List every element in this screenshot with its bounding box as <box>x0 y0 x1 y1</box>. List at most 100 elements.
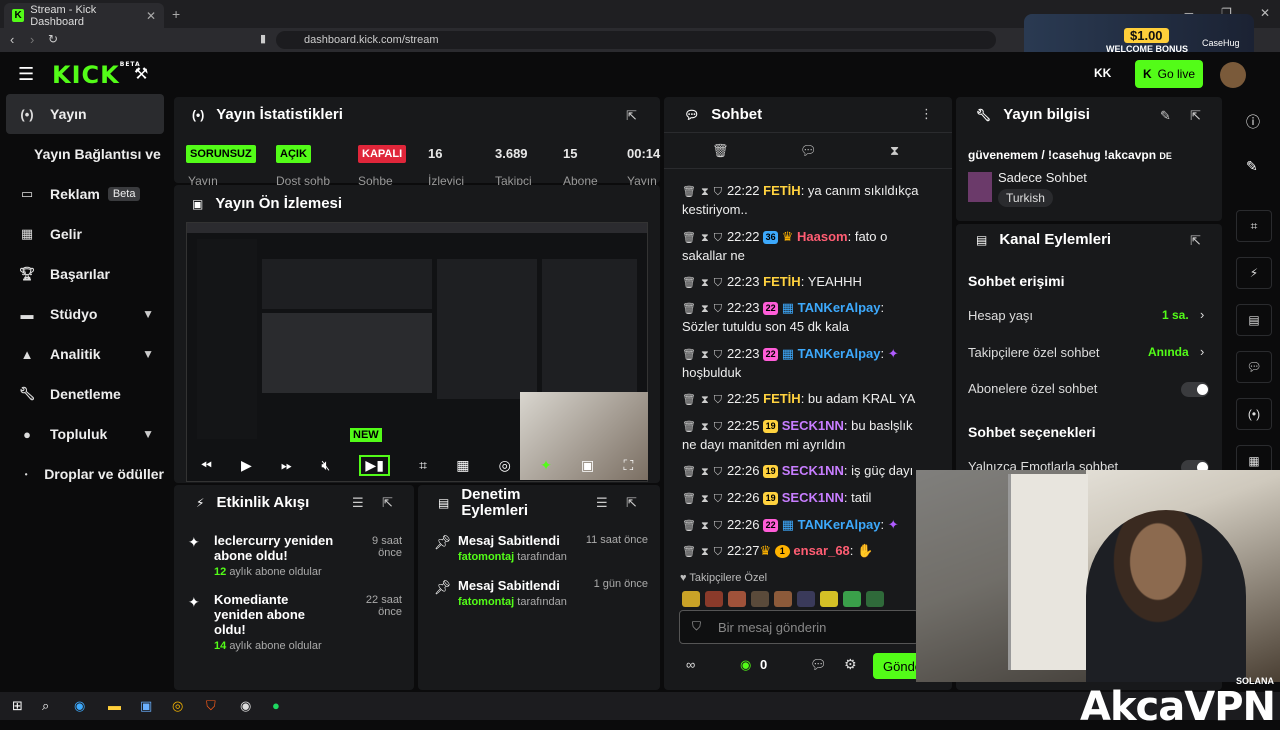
hourglass-icon[interactable]: ⧗ <box>701 466 709 478</box>
photos-icon[interactable]: ▣ <box>140 698 152 714</box>
sidebar-item-denetleme[interactable]: 🔧︎ Denetleme <box>6 374 164 414</box>
rail-scan-button[interactable]: ⌗ <box>1236 210 1272 242</box>
search-icon[interactable]: ⌕ <box>42 698 49 714</box>
trash-icon[interactable]: 🗑︎ <box>682 303 696 315</box>
new-tab-icon[interactable]: + <box>172 6 180 22</box>
msg-user[interactable]: TANKerAlpay <box>798 300 881 315</box>
trash-icon[interactable]: 🗑︎ <box>682 520 696 532</box>
file-explorer-icon[interactable]: ▬ <box>108 698 121 713</box>
fullscreen-icon[interactable]: ⛶ <box>623 457 633 474</box>
browser-tab[interactable]: K Stream - Kick Dashboard ✕ <box>4 3 164 28</box>
popout-icon[interactable]: ⇱ <box>1190 233 1201 249</box>
menu-icon[interactable]: ☰ <box>18 64 34 85</box>
msg-user[interactable]: TANKerAlpay <box>798 517 881 532</box>
kick-k-icon[interactable]: KK <box>1094 66 1111 80</box>
emote-icon[interactable] <box>728 591 746 607</box>
hourglass-icon[interactable]: ⧗ <box>701 546 709 558</box>
msg-user[interactable]: ensar_68 <box>793 543 849 558</box>
rail-bolt-button[interactable]: ⚡︎ <box>1236 257 1272 289</box>
gear-icon[interactable]: ⚙ <box>844 656 857 673</box>
emote-icon[interactable] <box>705 591 723 607</box>
sidebar-item-stream-key[interactable]: Yayın Bağlantısı ve Anahtarı <box>6 134 164 174</box>
clip-icon[interactable]: ◎ <box>499 457 511 474</box>
rewind-icon[interactable]: ⏪︎ <box>201 457 212 474</box>
hourglass-icon[interactable]: ⧗ <box>701 394 709 406</box>
bookmark-icon[interactable]: ▮ <box>260 32 266 45</box>
pencil-icon[interactable]: ✎ <box>1160 108 1171 124</box>
filter-icon[interactable]: ☰ <box>596 495 608 511</box>
url-field[interactable]: dashboard.kick.com/stream <box>276 31 996 49</box>
subs-only-toggle[interactable] <box>1181 382 1209 397</box>
hourglass-icon[interactable]: ⧗ <box>701 277 709 289</box>
hourglass-icon[interactable]: ⧗ <box>701 520 709 532</box>
trash-icon[interactable]: 🗑︎ <box>682 186 696 198</box>
msg-user[interactable]: SECK1NN <box>782 490 844 505</box>
msg-user[interactable]: SECK1NN <box>782 418 844 433</box>
hourglass-icon[interactable]: ⧗ <box>701 303 709 315</box>
sparkle-icon[interactable]: ✦ <box>540 457 552 474</box>
sidebar-item-droplar[interactable]: • Droplar ve ödüller <box>6 454 164 494</box>
sidebar-item-basarilar[interactable]: 🏆︎ Başarılar <box>6 254 164 294</box>
msg-user[interactable]: FETİH <box>763 274 801 289</box>
trash-icon[interactable]: 🗑︎ <box>682 421 696 433</box>
go-live-button[interactable]: K Go live <box>1135 60 1203 88</box>
hammer-icon[interactable]: ⚒ <box>134 64 148 84</box>
hourglass-icon[interactable]: ⧗ <box>701 421 709 433</box>
emote-icon[interactable] <box>774 591 792 607</box>
popout-icon[interactable]: ⇱ <box>382 495 393 511</box>
popout-icon[interactable]: ⇱ <box>626 108 637 124</box>
emote-icon[interactable] <box>682 591 700 607</box>
stats-icon[interactable]: ▦ <box>456 457 469 474</box>
trash-icon[interactable]: 🗑︎ <box>682 546 696 558</box>
forward-icon[interactable]: › <box>30 32 34 47</box>
brave-icon[interactable]: ⛉ <box>206 698 216 714</box>
msg-user[interactable]: TANKerAlpay <box>798 346 881 361</box>
account-age-value[interactable]: 1 sa. <box>1162 308 1189 322</box>
chat-message-input[interactable]: Bir mesaj gönderin <box>679 610 919 644</box>
chat-bubble-icon[interactable]: 💬︎ <box>800 143 817 159</box>
close-window-icon[interactable]: ✕ <box>1260 6 1270 20</box>
popout-icon[interactable]: ⇱ <box>626 495 637 511</box>
emote-icon[interactable] <box>797 591 815 607</box>
popout-icon[interactable]: ⇱ <box>1190 108 1201 124</box>
camera-icon[interactable]: ▶▮ <box>359 454 390 476</box>
mute-icon[interactable]: 🔇︎ <box>321 457 330 474</box>
fast-forward-icon[interactable]: ⏩︎ <box>281 457 292 474</box>
msg-user[interactable]: FETİH <box>763 391 801 406</box>
chevron-right-icon[interactable]: › <box>1200 307 1204 322</box>
chrome-icon[interactable]: ◎ <box>172 698 183 714</box>
emote-icon[interactable] <box>751 591 769 607</box>
reload-icon[interactable]: ↻ <box>48 32 58 46</box>
emote-icon[interactable] <box>866 591 884 607</box>
more-icon[interactable]: ⋮ <box>920 106 933 122</box>
close-tab-icon[interactable]: ✕ <box>146 9 156 23</box>
sidebar-item-analitik[interactable]: ▲ Analitik ▼ <box>6 334 164 374</box>
trash-icon[interactable]: 🗑︎ <box>682 232 696 244</box>
spotify-icon[interactable]: ● <box>272 698 280 713</box>
hourglass-icon[interactable]: ⧗ <box>701 493 709 505</box>
category-name[interactable]: Sadece Sohbet <box>998 170 1087 185</box>
rail-chat-button[interactable]: 💬︎ <box>1236 351 1272 383</box>
sidebar-item-gelir[interactable]: ▦ Gelir <box>6 214 164 254</box>
avatar[interactable] <box>1220 62 1246 88</box>
hourglass-icon[interactable]: ⧗ <box>890 143 899 159</box>
edge-icon[interactable]: ◉ <box>74 698 85 714</box>
trash-icon[interactable]: 🗑︎ <box>682 394 696 406</box>
msg-user[interactable]: FETİH <box>763 183 801 198</box>
emote-icon[interactable] <box>843 591 861 607</box>
back-icon[interactable]: ‹ <box>10 32 14 47</box>
msg-user[interactable]: SECK1NN <box>782 463 844 478</box>
rail-doc-button[interactable]: ▤ <box>1236 304 1272 336</box>
sidebar-item-topluluk[interactable]: ● Topluluk ▼ <box>6 414 164 454</box>
trash-icon[interactable]: 🗑︎ <box>682 277 696 289</box>
msg-user[interactable]: Haasom <box>797 229 848 244</box>
pip-icon[interactable]: ▣ <box>581 457 594 474</box>
tag-pill[interactable]: Turkish <box>998 189 1053 207</box>
trash-icon[interactable]: 🗑︎ <box>682 493 696 505</box>
kick-logo[interactable]: KICKBETA <box>52 61 141 89</box>
crop-icon[interactable]: ⌗ <box>419 457 427 474</box>
windows-start-icon[interactable]: ⊞ <box>12 698 23 714</box>
hourglass-icon[interactable]: ⧗ <box>701 186 709 198</box>
rail-broadcast-button[interactable]: (•) <box>1236 398 1272 430</box>
sidebar-item-studyo[interactable]: ▬ Stüdyo ▼ <box>6 294 164 334</box>
